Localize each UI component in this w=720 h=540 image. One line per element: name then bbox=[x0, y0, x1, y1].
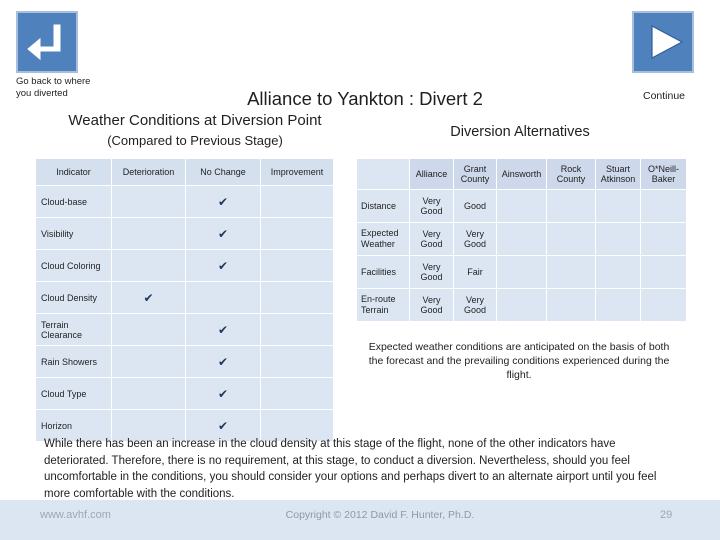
column-header-ainsworth: Ainsworth bbox=[496, 158, 547, 190]
cell-no-change: ✔ bbox=[185, 217, 261, 250]
row-label: Cloud Type bbox=[35, 377, 112, 410]
row-label: Visibility bbox=[35, 217, 112, 250]
cell-grant-county: Good bbox=[453, 189, 497, 223]
cell-ainsworth bbox=[496, 288, 547, 322]
page-title: Alliance to Yankton : Divert 2 bbox=[247, 88, 483, 109]
column-header-improvement: Improvement bbox=[260, 158, 334, 186]
diversion-alternatives-table: Alliance Grant County Ainsworth Rock Cou… bbox=[356, 158, 687, 322]
weather-section-subheading: (Compared to Previous Stage) bbox=[107, 133, 283, 148]
cell-improvement bbox=[260, 185, 334, 218]
cell-rock-county bbox=[546, 288, 596, 322]
cell-grant-county: Fair bbox=[453, 255, 497, 289]
cell-alliance: Very Good bbox=[409, 222, 454, 256]
cell-oneill-baker bbox=[640, 189, 687, 223]
row-label: Terrain Clearance bbox=[35, 313, 112, 346]
row-label: Cloud Coloring bbox=[35, 249, 112, 282]
column-header-blank bbox=[356, 158, 410, 190]
cell-no-change: ✔ bbox=[185, 345, 261, 378]
footer-page-number: 29 bbox=[660, 509, 673, 521]
cell-ainsworth bbox=[496, 222, 547, 256]
column-header-grant-county: Grant County bbox=[453, 158, 497, 190]
column-header-deterioration: Deterioration bbox=[111, 158, 186, 186]
back-arrow-icon bbox=[27, 24, 61, 61]
cell-grant-county: Very Good bbox=[453, 222, 497, 256]
cell-deterioration bbox=[111, 345, 186, 378]
cell-oneill-baker bbox=[640, 222, 687, 256]
column-header-no-change: No Change bbox=[185, 158, 261, 186]
cell-deterioration bbox=[111, 377, 186, 410]
cell-no-change: ✔ bbox=[185, 313, 261, 346]
cell-grant-county: Very Good bbox=[453, 288, 497, 322]
cell-no-change: ✔ bbox=[185, 185, 261, 218]
alternatives-section-heading: Diversion Alternatives bbox=[450, 124, 590, 140]
row-label: Distance bbox=[356, 189, 410, 223]
back-button-label: Go back to where you diverted bbox=[16, 76, 91, 99]
table-row: Visibility ✔ bbox=[35, 217, 334, 250]
cell-ainsworth bbox=[496, 255, 547, 289]
table-row: En-route Terrain Very Good Very Good bbox=[356, 288, 687, 322]
play-arrow-icon bbox=[651, 25, 684, 59]
cell-rock-county bbox=[546, 189, 596, 223]
continue-label: Continue bbox=[642, 90, 686, 102]
table-header-row: Alliance Grant County Ainsworth Rock Cou… bbox=[356, 158, 687, 190]
table-row: Cloud-base ✔ bbox=[35, 185, 334, 218]
cell-no-change: ✔ bbox=[185, 249, 261, 282]
cell-deterioration: ✔ bbox=[111, 281, 186, 314]
column-header-rock-county: Rock County bbox=[546, 158, 596, 190]
row-label: Expected Weather bbox=[356, 222, 410, 256]
table-row: Distance Very Good Good bbox=[356, 189, 687, 223]
table-row: Cloud Density ✔ bbox=[35, 281, 334, 314]
column-header-oneill-baker: O*Neill-Baker bbox=[640, 158, 687, 190]
cell-stuart-atkinson bbox=[595, 189, 641, 223]
cell-deterioration bbox=[111, 217, 186, 250]
table-row: Cloud Coloring ✔ bbox=[35, 249, 334, 282]
cell-improvement bbox=[260, 249, 334, 282]
cell-improvement bbox=[260, 313, 334, 346]
cell-improvement bbox=[260, 217, 334, 250]
table-row: Facilities Very Good Fair bbox=[356, 255, 687, 289]
cell-stuart-atkinson bbox=[595, 288, 641, 322]
cell-improvement bbox=[260, 377, 334, 410]
back-button[interactable] bbox=[16, 11, 78, 73]
table-row: Expected Weather Very Good Very Good bbox=[356, 222, 687, 256]
summary-paragraph: While there has been an increase in the … bbox=[44, 438, 657, 500]
weather-conditions-table: Indicator Deterioration No Change Improv… bbox=[35, 158, 334, 442]
column-header-stuart-atkinson: Stuart Atkinson bbox=[595, 158, 641, 190]
cell-improvement bbox=[260, 345, 334, 378]
table-row: Rain Showers ✔ bbox=[35, 345, 334, 378]
row-label: En-route Terrain bbox=[356, 288, 410, 322]
row-label: Rain Showers bbox=[35, 345, 112, 378]
table-header-row: Indicator Deterioration No Change Improv… bbox=[35, 158, 334, 186]
cell-stuart-atkinson bbox=[595, 222, 641, 256]
row-label: Cloud-base bbox=[35, 185, 112, 218]
cell-stuart-atkinson bbox=[595, 255, 641, 289]
cell-oneill-baker bbox=[640, 288, 687, 322]
cell-rock-county bbox=[546, 255, 596, 289]
continue-button[interactable] bbox=[632, 11, 694, 73]
cell-rock-county bbox=[546, 222, 596, 256]
row-label: Cloud Density bbox=[35, 281, 112, 314]
cell-alliance: Very Good bbox=[409, 288, 454, 322]
cell-deterioration bbox=[111, 249, 186, 282]
footer-website[interactable]: www.avhf.com bbox=[40, 509, 111, 521]
weather-section-heading: Weather Conditions at Diversion Point bbox=[68, 112, 322, 129]
row-label: Facilities bbox=[356, 255, 410, 289]
weather-note: Expected weather conditions are anticipa… bbox=[368, 341, 670, 381]
table-row: Terrain Clearance ✔ bbox=[35, 313, 334, 346]
column-header-alliance: Alliance bbox=[409, 158, 454, 190]
column-header-indicator: Indicator bbox=[35, 158, 112, 186]
cell-improvement bbox=[260, 281, 334, 314]
cell-oneill-baker bbox=[640, 255, 687, 289]
cell-no-change: ✔ bbox=[185, 377, 261, 410]
table-row: Cloud Type ✔ bbox=[35, 377, 334, 410]
cell-no-change bbox=[185, 281, 261, 314]
footer-copyright: Copyright © 2012 David F. Hunter, Ph.D. bbox=[285, 509, 475, 521]
cell-ainsworth bbox=[496, 189, 547, 223]
cell-deterioration bbox=[111, 313, 186, 346]
cell-deterioration bbox=[111, 185, 186, 218]
cell-alliance: Very Good bbox=[409, 189, 454, 223]
cell-alliance: Very Good bbox=[409, 255, 454, 289]
slide: Go back to where you diverted Continue A… bbox=[0, 0, 720, 540]
